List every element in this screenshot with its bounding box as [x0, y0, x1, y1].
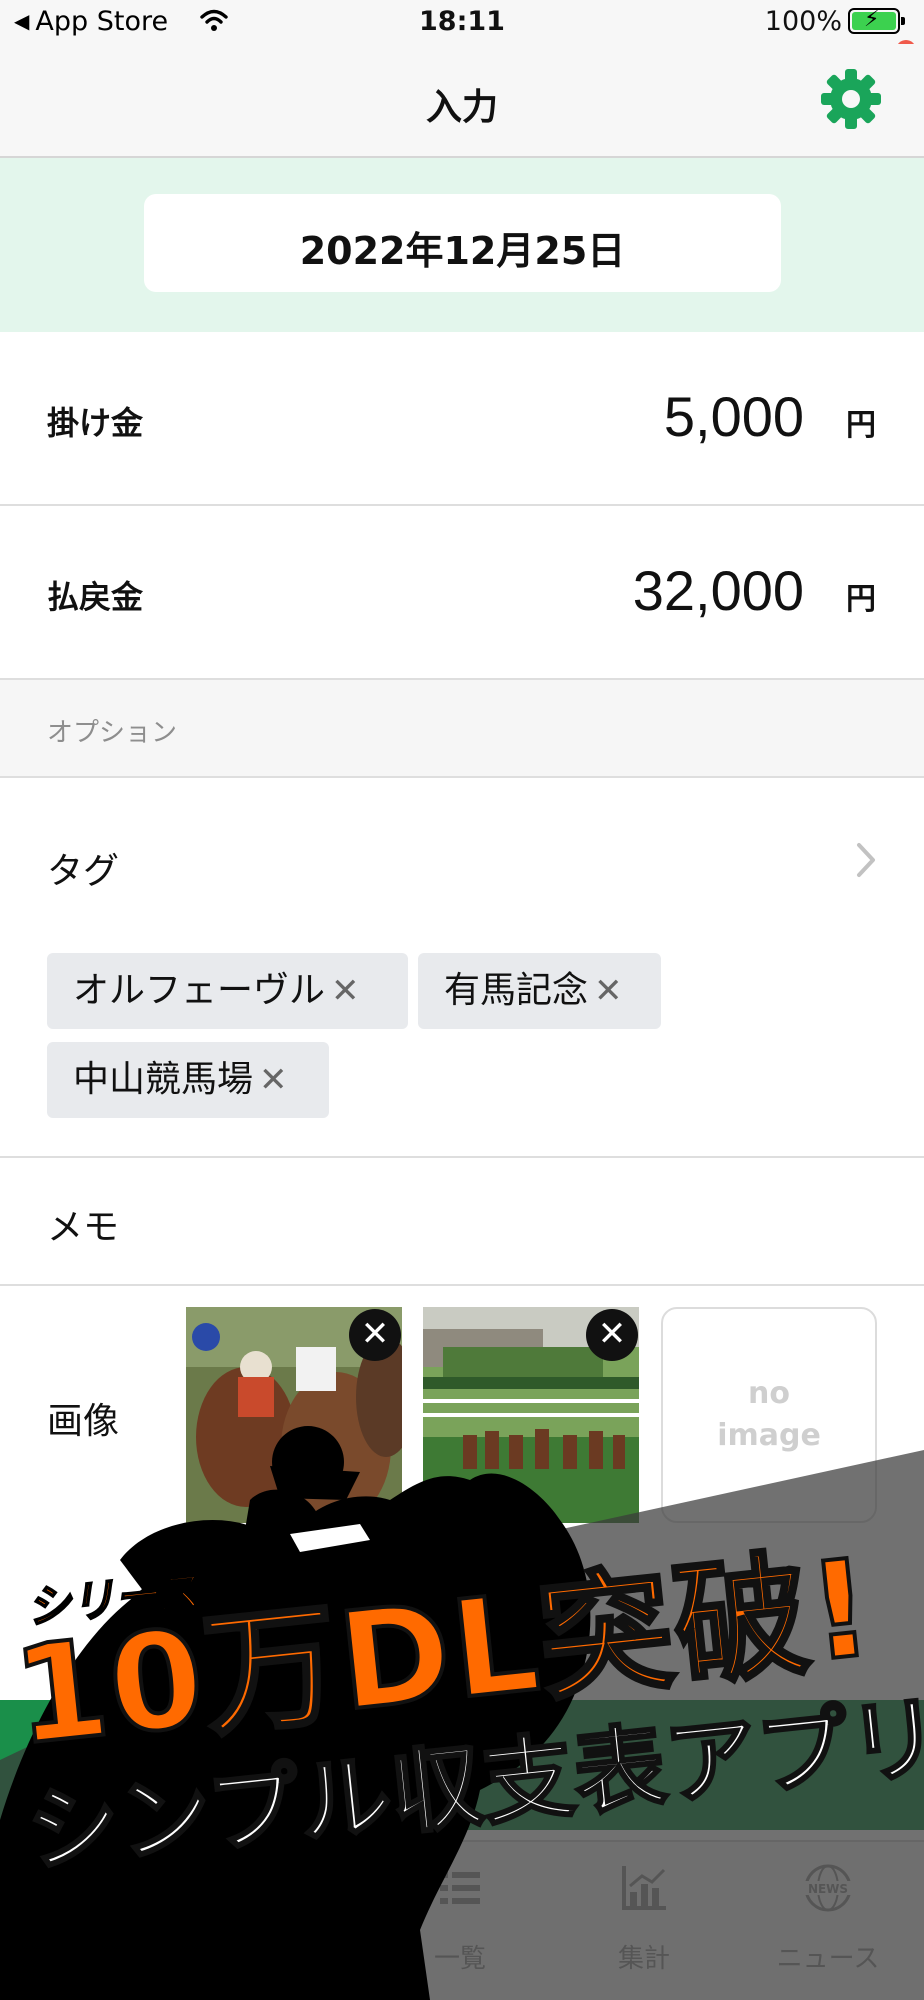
- nav-bar: 入力: [0, 44, 924, 158]
- battery-percent: 100%: [764, 6, 842, 37]
- tag-remove-icon[interactable]: ✕: [331, 971, 360, 1011]
- gear-icon[interactable]: [820, 68, 882, 130]
- date-picker-button[interactable]: 2022年12月25日: [144, 194, 781, 292]
- remove-photo-1-button[interactable]: ✕: [349, 1309, 401, 1361]
- payout-unit: 円: [846, 582, 876, 617]
- tab-summary-label: 集計: [617, 1944, 670, 1974]
- remove-photo-2-button[interactable]: ✕: [586, 1309, 638, 1361]
- news-globe-icon: NEWS: [804, 1864, 852, 1912]
- tag-chip[interactable]: 中山競馬場 ✕: [47, 1042, 329, 1118]
- memo-row[interactable]: メモ: [0, 1158, 924, 1286]
- chart-icon: [622, 1866, 666, 1910]
- add-image-placeholder[interactable]: no image: [661, 1307, 877, 1523]
- bet-amount[interactable]: 5,000: [664, 384, 804, 449]
- status-bar: ◀ App Store 18:11 100% ⚡: [0, 0, 924, 44]
- tab-home-label: ホーム: [53, 1944, 131, 1974]
- chevron-right-icon[interactable]: [854, 840, 878, 880]
- tag-chip-label: 有馬記念: [444, 970, 589, 1011]
- date-text: 2022年12月25日: [299, 229, 626, 273]
- tag-remove-icon[interactable]: ✕: [259, 1060, 288, 1100]
- tag-chip-label: 中山競馬場: [73, 1059, 254, 1100]
- page-title: 入力: [425, 87, 498, 128]
- bet-row[interactable]: 掛け金 5,000 円: [0, 332, 924, 506]
- options-header-label: オプション: [47, 718, 178, 748]
- tag-chip[interactable]: オルフェーヴル ✕: [47, 953, 408, 1029]
- date-section: 2022年12月25日: [0, 158, 924, 332]
- tag-row-label[interactable]: タグ: [47, 842, 119, 894]
- options-header: オプション: [0, 680, 924, 778]
- no-image-line2: image: [717, 1418, 821, 1453]
- tag-chip-label: オルフェーヴル: [73, 970, 326, 1011]
- tag-chip[interactable]: 有馬記念 ✕: [418, 953, 661, 1029]
- battery-icon: ⚡: [848, 7, 905, 34]
- pencil-icon: [252, 1864, 300, 1912]
- bet-unit: 円: [846, 408, 876, 443]
- tab-summary[interactable]: 集計: [552, 1842, 736, 2000]
- tab-list-label: 一覧: [433, 1944, 486, 1974]
- payout-amount[interactable]: 32,000: [633, 558, 804, 623]
- news-icon-text: NEWS: [808, 1882, 848, 1896]
- list-icon: [440, 1872, 480, 1904]
- tag-remove-icon[interactable]: ✕: [594, 971, 623, 1011]
- no-image-line1: no: [748, 1376, 790, 1411]
- tab-list[interactable]: 一覧: [368, 1842, 552, 2000]
- payout-label: 払戻金: [47, 578, 144, 616]
- tab-input-label: 入力: [249, 1944, 302, 1974]
- memo-label: メモ: [47, 1207, 120, 1248]
- image-label: 画像: [47, 1401, 120, 1442]
- bet-label: 掛け金: [47, 404, 144, 442]
- payout-row[interactable]: 払戻金 32,000 円: [0, 506, 924, 680]
- app-screen: ◀ App Store 18:11 100% ⚡ 入力 2022年12月25日 …: [0, 0, 924, 2000]
- tab-news[interactable]: NEWS ニュース: [736, 1842, 920, 2000]
- tab-news-label: ニュース: [776, 1944, 880, 1974]
